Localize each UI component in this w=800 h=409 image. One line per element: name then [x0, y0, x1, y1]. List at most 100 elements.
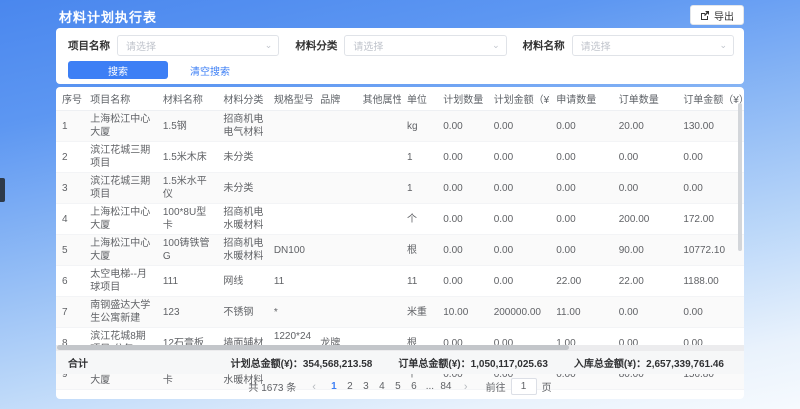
table-header-cell: 订单数量: [613, 87, 678, 111]
cell-order-qty: 90.00: [613, 235, 678, 266]
filter-select[interactable]: 请选择 ⌄: [344, 35, 506, 56]
cell-brand: [314, 142, 356, 173]
table-header-cell: 计划数量: [437, 87, 487, 111]
cell-material-category: 招商机电 水暖材料: [217, 235, 267, 266]
cell-planned-qty: 0.00: [437, 266, 487, 297]
cell-index: 1: [56, 111, 84, 142]
cell-order-qty: 22.00: [613, 266, 678, 297]
cell-material-category: 招商机电 电气材料: [217, 111, 267, 142]
prev-page-button[interactable]: ‹: [308, 381, 320, 393]
table-panel: 序号项目名称材料名称材料分类规格型号品牌其他属性单位计划数量计划金额（¥）申请数…: [56, 87, 744, 399]
filter-field: 项目名称 请选择 ⌄: [68, 35, 279, 56]
cell-unit: 11: [401, 266, 437, 297]
cell-brand: [314, 111, 356, 142]
cell-spec-model: *: [268, 297, 314, 328]
page-number[interactable]: 5: [390, 381, 406, 392]
goto-page-input[interactable]: [511, 378, 537, 395]
cell-planned-qty: 0.00: [437, 235, 487, 266]
cell-order-qty: 0.00: [613, 173, 678, 204]
cell-order-amount: 0.00: [677, 173, 744, 204]
page-number[interactable]: 6: [406, 381, 422, 392]
cell-planned-amount: 200000.00: [488, 297, 551, 328]
cell-project-name: 滨江花城三期项目: [84, 142, 157, 173]
cell-applied-qty: 11.00: [550, 297, 613, 328]
summary-item-label: 计划总金额(¥)：: [231, 359, 303, 370]
cell-planned-qty: 10.00: [437, 297, 487, 328]
cell-planned-amount: 0.00: [488, 142, 551, 173]
cell-order-qty: 0.00: [613, 142, 678, 173]
cell-material-category: 未分类: [217, 173, 267, 204]
cell-project-name: 上海松江中心大厦: [84, 111, 157, 142]
cell-order-amount: 1188.00: [677, 266, 744, 297]
cell-order-qty: 0.00: [613, 297, 678, 328]
page-number[interactable]: 1: [326, 381, 342, 392]
cell-planned-qty: 0.00: [437, 173, 487, 204]
vertical-scrollbar[interactable]: [738, 103, 742, 251]
clear-search-link[interactable]: 清空搜索: [190, 63, 230, 78]
cell-project-name: 上海松江中心大厦: [84, 204, 157, 235]
chevron-down-icon: ⌄: [719, 40, 727, 51]
cell-applied-qty: 0.00: [550, 142, 613, 173]
cell-index: 5: [56, 235, 84, 266]
cell-applied-qty: 0.00: [550, 204, 613, 235]
table-row: 5 上海松江中心大厦 100铸铁管G 招商机电 水暖材料 DN100 根 0.0…: [56, 235, 744, 266]
cell-planned-amount: 0.00: [488, 204, 551, 235]
cell-order-qty: 200.00: [613, 204, 678, 235]
pager: 123456...84: [326, 381, 454, 392]
filter-select-placeholder: 请选择: [581, 38, 611, 53]
material-plan-page: 材料计划执行表 导出 项目名称 请选择 ⌄ 材料分类 请: [0, 0, 800, 409]
cell-order-amount: 10772.10: [677, 235, 744, 266]
filter-field: 材料分类 请选择 ⌄: [295, 35, 506, 56]
cell-index: 2: [56, 142, 84, 173]
cell-material-name: 100铸铁管G: [157, 235, 218, 266]
summary-item: 订单总金额(¥)：1,050,117,025.63: [398, 355, 548, 370]
cell-spec-model: [268, 142, 314, 173]
cell-material-name: 1.5钢: [157, 111, 218, 142]
table-header-cell: 申请数量: [550, 87, 613, 111]
table-row: 6 太空电梯--月球项目 111 网线 11 11 0.00 0.00 22.0…: [56, 266, 744, 297]
goto-suffix: 页: [542, 379, 552, 394]
filter-field-label: 项目名称: [68, 38, 110, 53]
cell-material-name: 100*8U型卡: [157, 204, 218, 235]
filter-select-placeholder: 请选择: [126, 38, 156, 53]
summary-total-label: 合计: [56, 355, 88, 370]
table-header-row: 序号项目名称材料名称材料分类规格型号品牌其他属性单位计划数量计划金额（¥）申请数…: [56, 87, 744, 111]
page-number[interactable]: 3: [358, 381, 374, 392]
cell-unit: kg: [401, 111, 437, 142]
cell-project-name: 上海松江中心大厦: [84, 235, 157, 266]
cell-unit: 个: [401, 204, 437, 235]
filter-actions: 搜索 清空搜索: [68, 61, 230, 79]
cell-order-qty: 20.00: [613, 111, 678, 142]
cell-other-attrs: [357, 266, 401, 297]
table-header-cell: 其他属性: [357, 87, 401, 111]
cell-planned-amount: 0.00: [488, 266, 551, 297]
cell-brand: [314, 266, 356, 297]
cell-brand: [314, 235, 356, 266]
drawer-handle[interactable]: [0, 178, 5, 202]
table-header-cell: 订单金额（¥）: [677, 87, 744, 111]
filter-select[interactable]: 请选择 ⌄: [572, 35, 734, 56]
page-number[interactable]: 4: [374, 381, 390, 392]
page-number[interactable]: 2: [342, 381, 358, 392]
filter-select[interactable]: 请选择 ⌄: [117, 35, 279, 56]
cell-project-name: 太空电梯--月球项目: [84, 266, 157, 297]
cell-index: 3: [56, 173, 84, 204]
cell-order-amount: 172.00: [677, 204, 744, 235]
page-number[interactable]: 84: [438, 381, 454, 392]
summary-item-label: 入库总金额(¥)：: [574, 359, 646, 370]
summary-item-value: 354,568,213.58: [303, 359, 373, 370]
cell-planned-qty: 0.00: [437, 142, 487, 173]
table-row: 3 滨江花城三期项目 1.5米水平仪 未分类 1 0.00 0.00 0.00 …: [56, 173, 744, 204]
cell-planned-amount: 0.00: [488, 173, 551, 204]
cell-spec-model: [268, 111, 314, 142]
cell-material-name: 1.5米水平仪: [157, 173, 218, 204]
table-header-cell: 单位: [401, 87, 437, 111]
table-row: 4 上海松江中心大厦 100*8U型卡 招商机电 水暖材料 个 0.00 0.0…: [56, 204, 744, 235]
search-button[interactable]: 搜索: [68, 61, 168, 79]
export-button[interactable]: 导出: [690, 5, 744, 25]
filter-field-label: 材料名称: [523, 38, 565, 53]
page-title: 材料计划执行表: [59, 7, 157, 26]
cell-unit: 1: [401, 173, 437, 204]
next-page-button[interactable]: ›: [460, 381, 472, 393]
page-number[interactable]: ...: [422, 381, 438, 392]
